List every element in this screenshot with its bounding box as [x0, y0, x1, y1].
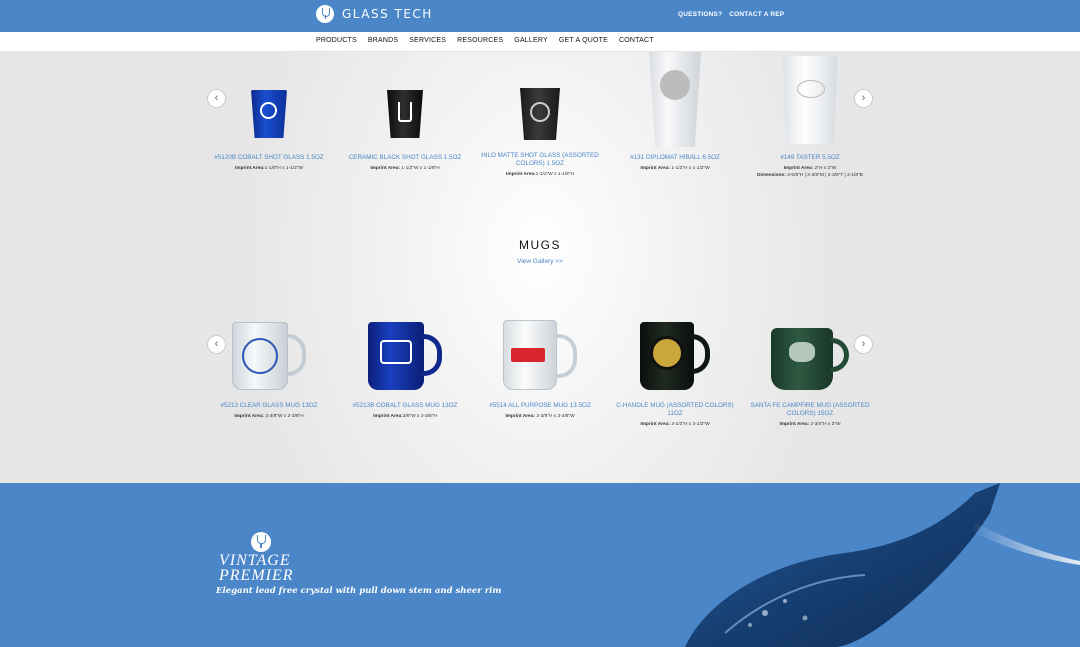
product-card[interactable]: #5213 CLEAR GLASS MUG 13oz Imprint Area:…: [209, 322, 329, 420]
product-imprint: Imprint Area:1-1/2"W x 1-1/8"H: [505, 172, 575, 177]
product-card[interactable]: #131 DIPLOMAT HIBALL 6.5oz Imprint Area:…: [615, 52, 735, 172]
product-card[interactable]: C-HANDLE MUG (ASSORTED COLORS) 11oz Impr…: [615, 322, 735, 428]
nav-resources[interactable]: RESOURCES: [457, 37, 503, 44]
product-imprint: Imprint Area: 2"H x 2"W: [783, 166, 837, 171]
contact-rep-link[interactable]: CONTACT A REP: [729, 11, 784, 18]
cobalt-glass-mug-image[interactable]: [366, 322, 444, 392]
top-bar: GLASS TECH QUESTIONS? CONTACT A REP: [0, 0, 1080, 32]
main-nav: PRODUCTS BRANDS SERVICES RESOURCES GALLE…: [0, 32, 1080, 52]
product-name[interactable]: #149 TASTER 5.5oz: [750, 154, 870, 162]
product-name[interactable]: #5213 CLEAR GLASS MUG 13oz: [209, 402, 329, 410]
taster-glass-image[interactable]: [782, 56, 838, 144]
cobalt-shot-glass-image[interactable]: [251, 90, 287, 138]
product-card[interactable]: #5213B COBALT GLASS MUG 13oz Imprint Are…: [345, 322, 465, 420]
c-handle-mug-image[interactable]: [636, 322, 714, 392]
wine-glass-splash-image: [685, 483, 1080, 647]
questions-link[interactable]: QUESTIONS?: [678, 11, 722, 18]
product-card[interactable]: CERAMIC BLACK SHOT GLASS 1.5oz Imprint A…: [345, 90, 465, 172]
top-links: QUESTIONS? CONTACT A REP: [678, 11, 784, 18]
all-purpose-mug-image[interactable]: [501, 320, 579, 392]
product-card[interactable]: HILO MATTE SHOT GLASS (ASSORTED COLORS) …: [480, 88, 600, 178]
hiball-glass-image[interactable]: [649, 52, 701, 147]
product-name[interactable]: #131 DIPLOMAT HIBALL 6.5oz: [615, 154, 735, 162]
campfire-mug-image[interactable]: [769, 328, 851, 392]
product-imprint: Imprint Area:3/8"W x 2-3/8"H: [373, 414, 437, 419]
product-name[interactable]: #5120B COBALT SHOT GLASS 1.5oz: [209, 154, 329, 162]
nav-gallery[interactable]: GALLERY: [514, 37, 548, 44]
product-name[interactable]: C-HANDLE MUG (ASSORTED COLORS) 11oz: [615, 402, 735, 418]
clear-glass-mug-image[interactable]: [230, 322, 308, 392]
nav-services[interactable]: SERVICES: [409, 37, 446, 44]
product-imprint: Imprint Area: 3-3/8"W x 2-3/8"H: [234, 414, 304, 419]
vintage-premier-banner[interactable]: VINTAGE PREMIER Elegant lead free crysta…: [0, 483, 1080, 647]
product-imprint: Imprint Area: 1-1/2"W x 1-1/8"H: [370, 166, 440, 171]
product-card[interactable]: SANTA FE CAMPFIRE MUG (ASSORTED COLORS) …: [750, 328, 870, 428]
product-imprint: Imprint Area: 3-1/2"H x 3-1/2"W: [640, 422, 710, 427]
glass-logo-icon: [316, 5, 334, 23]
nav-products[interactable]: PRODUCTS: [316, 37, 357, 44]
product-showcase: ‹ › #5120B COBALT SHOT GLASS 1.5oz Impri…: [0, 52, 1080, 483]
product-name[interactable]: #5514 ALL PURPOSE MUG 13.5oz: [480, 402, 600, 410]
product-imprint: Imprint Area: 2-3/8"H x 3-3/8"W: [505, 414, 575, 419]
promo-title: VINTAGE PREMIER: [219, 552, 294, 584]
ceramic-shot-glass-image[interactable]: [387, 90, 423, 138]
product-imprint: Imprint Area: 1-1/2"H x 1-1/2"W: [640, 166, 710, 171]
mugs-section-title: MUGS: [519, 238, 561, 252]
product-card[interactable]: #5120B COBALT SHOT GLASS 1.5oz Imprint A…: [209, 90, 329, 172]
product-name[interactable]: CERAMIC BLACK SHOT GLASS 1.5oz: [345, 154, 465, 162]
product-name[interactable]: HILO MATTE SHOT GLASS (ASSORTED COLORS) …: [480, 152, 600, 168]
glass-logo-icon: [251, 532, 271, 552]
brand-name: GLASS TECH: [342, 7, 433, 21]
product-card[interactable]: #149 TASTER 5.5oz Imprint Area: 2"H x 2"…: [750, 56, 870, 179]
product-name[interactable]: #5213B COBALT GLASS MUG 13oz: [345, 402, 465, 410]
nav-brands[interactable]: BRANDS: [368, 37, 398, 44]
product-card[interactable]: #5514 ALL PURPOSE MUG 13.5oz Imprint Are…: [480, 320, 600, 420]
product-name[interactable]: SANTA FE CAMPFIRE MUG (ASSORTED COLORS) …: [750, 402, 870, 418]
matte-shot-glass-image[interactable]: [520, 88, 560, 140]
product-dimensions: Dimensions: 3-5/8"H | 2-3/8"M | 2-3/8"T …: [757, 173, 863, 178]
brand-logo[interactable]: GLASS TECH: [316, 4, 433, 24]
nav-get-a-quote[interactable]: GET A QUOTE: [559, 37, 608, 44]
nav-contact[interactable]: CONTACT: [619, 37, 654, 44]
mugs-view-gallery-link[interactable]: View Gallery >>: [0, 258, 1080, 265]
product-imprint: Imprint Area: 2-3/4"H x 3"W: [779, 422, 841, 427]
promo-subtitle: Elegant lead free crystal with pull down…: [216, 586, 502, 596]
product-imprint: Imprint Area:1-1/8"H x 1-1/2"W: [234, 166, 304, 171]
